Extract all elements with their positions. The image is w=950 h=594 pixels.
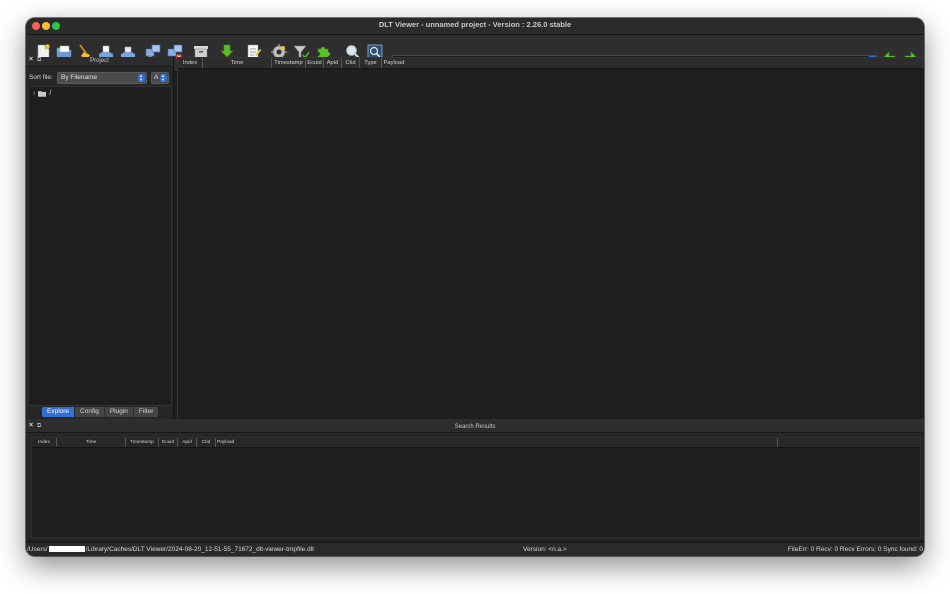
tree-item-label: / — [49, 90, 52, 97]
chevron-right-icon[interactable]: › — [33, 90, 35, 97]
redacted-username — [48, 546, 85, 553]
sort-order-select[interactable]: A ▲ ▼ — [151, 72, 169, 84]
project-panel-header: × ⧉ Project — [26, 56, 173, 67]
project-panel: × ⧉ Project Sort file: By Filename ▲ ▼ A … — [26, 56, 174, 419]
project-panel-title: Project — [90, 58, 109, 64]
search-results-header: × ⧉ Search Results — [26, 422, 924, 433]
search-results-title: Search Results — [454, 424, 496, 430]
sort-order-value: A — [154, 74, 159, 81]
status-version: Version: <n.a.> — [523, 546, 567, 553]
column-header-time[interactable]: Time — [203, 58, 272, 68]
project-tabs: Explore Config Plugin Filter — [42, 407, 160, 417]
column-header-apid[interactable]: Apid — [324, 58, 342, 68]
sort-file-select[interactable]: By Filename ▲ ▼ — [57, 72, 147, 84]
tab-explore[interactable]: Explore — [42, 407, 76, 417]
sort-file-label: Sort file: — [29, 74, 53, 81]
column-header-ctid[interactable]: Ctid — [342, 58, 360, 68]
project-tree[interactable]: › / — [28, 86, 172, 406]
search-column-header-timestamp[interactable]: Timestamp — [126, 438, 159, 447]
column-header-ecuid[interactable]: Ecuid — [306, 58, 324, 68]
status-counters: FileErr: 0 Recv: 0 Recv Errors: 0 Sync f… — [787, 546, 923, 553]
search-column-header-payload[interactable]: Payload — [216, 438, 778, 447]
sort-file-value: By Filename — [61, 74, 98, 81]
search-column-header-ctid[interactable]: Ctid — [197, 438, 216, 447]
status-path-suffix: /Library/Caches/DLT Viewer/2024-08-20_12… — [85, 546, 314, 553]
updown-arrows-icon: ▲ ▼ — [138, 74, 145, 82]
column-header-type[interactable]: Type — [360, 58, 382, 68]
folder-icon — [38, 91, 47, 97]
search-column-header-ecuid[interactable]: Ecuid — [159, 438, 178, 447]
updown-arrows-icon: ▲ ▼ — [160, 74, 167, 82]
search-column-header-index[interactable]: Index — [32, 438, 57, 447]
search-results-table[interactable]: Index Time Timestamp Ecuid Apid Ctid Pay… — [31, 437, 921, 538]
tab-filter[interactable]: Filter — [133, 407, 160, 417]
status-bar: /Users/ /Library/Caches/DLT Viewer/2024-0… — [26, 542, 924, 556]
log-table[interactable]: Index Time Timestamp Ecuid Apid Ctid Typ… — [177, 57, 924, 421]
column-header-index[interactable]: Index — [178, 58, 203, 68]
log-table-header: Index Time Timestamp Ecuid Apid Ctid Typ… — [178, 58, 924, 69]
column-header-payload[interactable]: Payload — [382, 58, 406, 68]
title-bar: DLT Viewer - unnamed project - Version :… — [26, 18, 924, 35]
status-path-prefix: /Users/ — [27, 546, 48, 553]
tab-plugin[interactable]: Plugin — [104, 407, 134, 417]
search-column-header-time[interactable]: Time — [57, 438, 126, 447]
column-header-timestamp[interactable]: Timestamp — [272, 58, 306, 68]
search-column-header-apid[interactable]: Apid — [178, 438, 197, 447]
tab-config[interactable]: Config — [75, 407, 105, 417]
search-results-table-header: Index Time Timestamp Ecuid Apid Ctid Pay… — [32, 438, 920, 448]
dlt-viewer-window: DLT Viewer - unnamed project - Version :… — [26, 18, 924, 556]
search-results-panel: × ⧉ Search Results Index Time Timestamp … — [26, 422, 924, 540]
status-file-path: /Users/ /Library/Caches/DLT Viewer/2024-0… — [27, 546, 314, 553]
window-title: DLT Viewer - unnamed project - Version :… — [378, 20, 572, 29]
tree-item-root[interactable]: › / — [33, 90, 51, 97]
